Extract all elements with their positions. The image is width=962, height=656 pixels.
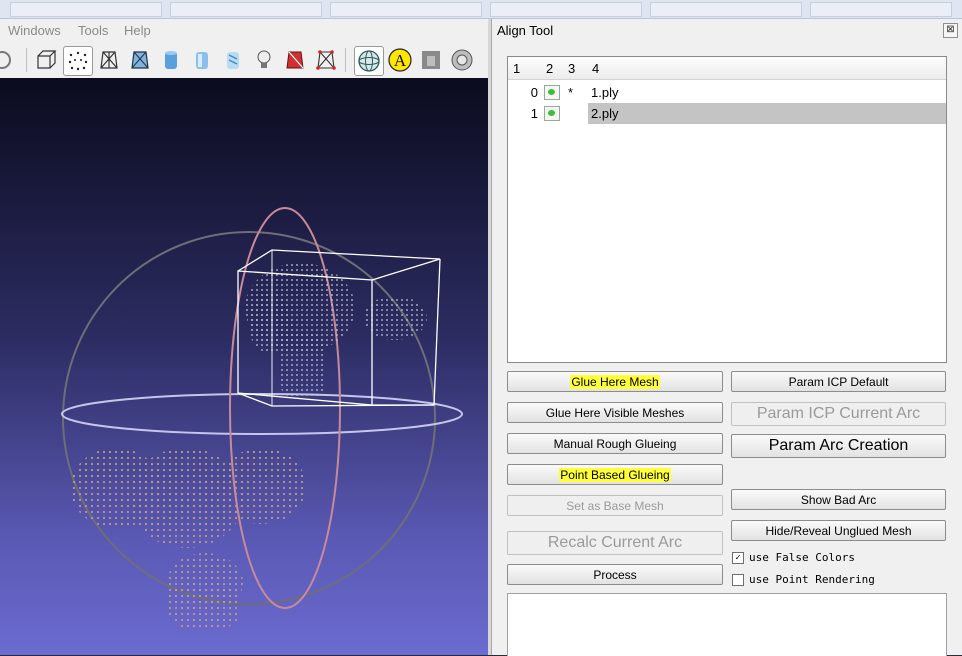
rotate-icon[interactable] <box>0 46 16 74</box>
trackball-horizontal-ring <box>61 393 463 435</box>
point-based-glueing-label: Point Based Glueing <box>559 468 671 482</box>
svg-text:A: A <box>394 51 407 70</box>
layers-icon[interactable] <box>417 46 445 74</box>
wireframe-icon[interactable] <box>95 46 123 74</box>
show-bad-arc-button[interactable]: Show Bad Arc <box>731 489 946 510</box>
use-point-rendering-checkbox[interactable]: use Point Rendering <box>732 573 942 587</box>
use-false-colors-checkbox[interactable]: ✓ use False Colors <box>732 551 942 565</box>
recalc-current-arc-button[interactable]: Recalc Current Arc <box>507 531 723 555</box>
close-icon[interactable]: ⊠ <box>943 23 958 38</box>
checkbox-box[interactable] <box>732 574 744 586</box>
mesh-name: 2.ply <box>591 106 619 121</box>
taskbar-item[interactable] <box>810 2 952 17</box>
hide-reveal-unglued-mesh-button[interactable]: Hide/Reveal Unglued Mesh <box>731 520 946 541</box>
flat-icon[interactable] <box>157 46 185 74</box>
process-button[interactable]: Process <box>507 564 723 585</box>
base-marker: * <box>568 85 574 100</box>
checkbox-label: use Point Rendering <box>749 573 875 586</box>
set-as-base-mesh-button[interactable]: Set as Base Mesh <box>507 495 723 516</box>
checkbox-label: use False Colors <box>749 551 855 564</box>
render-toolbar: A <box>0 43 488 79</box>
toolbar-separator <box>26 48 27 72</box>
taskbar-item[interactable] <box>490 2 642 17</box>
param-icp-current-arc-button[interactable]: Param ICP Current Arc <box>731 402 946 426</box>
panel-title: Align Tool <box>497 23 554 38</box>
glue-here-visible-meshes-button[interactable]: Glue Here Visible Meshes <box>507 402 723 423</box>
selection-icon[interactable] <box>312 46 340 74</box>
eye-icon[interactable] <box>544 106 560 121</box>
texture-icon[interactable] <box>219 46 247 74</box>
mesh-name-cell-selected[interactable]: 2.ply <box>588 103 946 124</box>
tree-row[interactable]: 0 * 1.ply <box>508 82 946 103</box>
param-icp-default-button[interactable]: Param ICP Default <box>731 371 946 392</box>
glue-here-mesh-button[interactable]: Glue Here Mesh <box>507 371 723 392</box>
snapshot-icon[interactable] <box>448 46 476 74</box>
column-header[interactable]: 3 <box>568 61 575 76</box>
column-header[interactable]: 4 <box>592 61 599 76</box>
menu-tools[interactable]: Tools <box>78 23 108 38</box>
log-area[interactable] <box>507 593 947 656</box>
3d-viewport[interactable] <box>0 78 488 655</box>
trackball-icon[interactable] <box>354 46 384 76</box>
column-header[interactable]: 1 <box>513 61 520 76</box>
mesh-name-cell[interactable]: 1.ply <box>588 82 946 103</box>
tree-header: 1 2 3 4 <box>508 57 946 80</box>
annotation-a-icon[interactable]: A <box>386 46 414 74</box>
mesh-index: 0 <box>530 85 538 100</box>
manual-rough-glueing-button[interactable]: Manual Rough Glueing <box>507 433 723 454</box>
tree-row[interactable]: 1 2.ply <box>508 103 946 124</box>
point-based-glueing-button[interactable]: Point Based Glueing <box>507 464 723 485</box>
glue-here-mesh-label: Glue Here Mesh <box>570 375 660 389</box>
align-tool-panel: Align Tool ⊠ 1 2 3 4 0 * 1.ply 1 2.ply G… <box>491 19 962 656</box>
toolbar-separator <box>345 48 346 72</box>
taskbar-item[interactable] <box>330 2 482 17</box>
menu-help[interactable]: Help <box>124 23 151 38</box>
light-icon[interactable] <box>250 46 278 74</box>
column-header[interactable]: 2 <box>546 61 553 76</box>
menu-bar: Windows Tools Help <box>0 19 488 43</box>
param-arc-creation-button[interactable]: Param Arc Creation <box>731 434 946 458</box>
eye-icon[interactable] <box>544 85 560 100</box>
viewport-scene <box>61 207 463 628</box>
mesh-name: 1.ply <box>591 85 619 100</box>
bbox-icon[interactable] <box>32 46 60 74</box>
backface-icon[interactable] <box>281 46 309 74</box>
taskbar-item[interactable] <box>10 2 162 17</box>
menu-windows[interactable]: Windows <box>8 23 61 38</box>
taskbar <box>0 0 962 19</box>
mesh-index: 1 <box>530 106 538 121</box>
trackball-sphere <box>62 231 436 605</box>
taskbar-item[interactable] <box>170 2 322 17</box>
mesh-tree[interactable]: 1 2 3 4 0 * 1.ply 1 2.ply <box>507 56 947 363</box>
flat-lines-icon[interactable] <box>126 46 154 74</box>
checkmark-icon[interactable]: ✓ <box>732 552 744 564</box>
smooth-icon[interactable] <box>188 46 216 74</box>
points-icon[interactable] <box>63 46 93 76</box>
taskbar-item[interactable] <box>650 2 802 17</box>
